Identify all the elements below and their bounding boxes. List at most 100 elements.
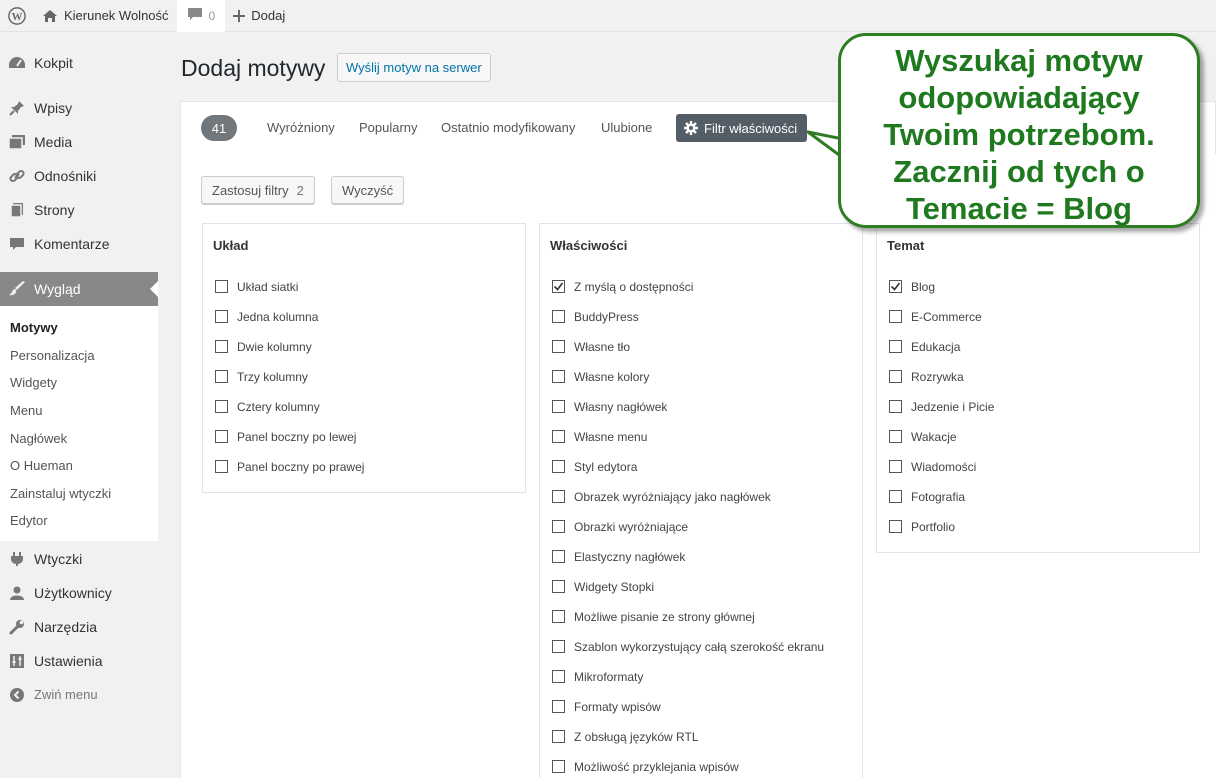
- checkbox[interactable]: [889, 520, 902, 533]
- checkbox[interactable]: [552, 580, 565, 593]
- sidebar-item-dashboard[interactable]: Kokpit: [0, 46, 158, 80]
- sidebar-item-comments[interactable]: Komentarze: [0, 227, 158, 261]
- filter-option[interactable]: Z myślą o dostępności: [552, 280, 824, 310]
- filter-option[interactable]: Obrazki wyróżniające: [552, 520, 824, 550]
- checkbox[interactable]: [889, 310, 902, 323]
- sidebar-item-posts[interactable]: Wpisy: [0, 91, 158, 125]
- checkbox[interactable]: [552, 400, 565, 413]
- checkbox[interactable]: [552, 430, 565, 443]
- filter-option-label: Trzy kolumny: [237, 370, 308, 384]
- tab-latest[interactable]: Ostatnio modyfikowany: [441, 120, 575, 135]
- checkbox[interactable]: [215, 310, 228, 323]
- checkbox[interactable]: [552, 460, 565, 473]
- tab-featured[interactable]: Wyróżniony: [267, 120, 335, 135]
- checkbox[interactable]: [215, 400, 228, 413]
- submenu-item-menus[interactable]: Menu: [0, 397, 158, 425]
- clear-filters-button[interactable]: Wyczyść: [331, 176, 405, 204]
- filter-option[interactable]: E-Commerce: [889, 310, 994, 340]
- filter-option[interactable]: Własne kolory: [552, 370, 824, 400]
- checkbox[interactable]: [215, 340, 228, 353]
- sidebar-item-plugins[interactable]: Wtyczki: [0, 542, 158, 576]
- upload-theme-button[interactable]: Wyślij motyw na serwer: [337, 53, 491, 82]
- checkbox[interactable]: [552, 340, 565, 353]
- filter-option[interactable]: Szablon wykorzystujący całą szerokość ek…: [552, 640, 824, 670]
- tab-favorites[interactable]: Ulubione: [601, 120, 652, 135]
- filter-option[interactable]: Możliwe pisanie ze strony głównej: [552, 610, 824, 640]
- filter-option[interactable]: Wiadomości: [889, 460, 994, 490]
- filter-option[interactable]: Wakacje: [889, 430, 994, 460]
- wordpress-logo-icon[interactable]: W: [0, 0, 34, 32]
- feature-filter-button[interactable]: Filtr właściwości: [676, 114, 808, 142]
- filter-option[interactable]: Z obsługą języków RTL: [552, 730, 824, 760]
- filter-option[interactable]: Fotografia: [889, 490, 994, 520]
- checkbox[interactable]: [889, 490, 902, 503]
- filter-option[interactable]: Cztery kolumny: [215, 400, 364, 430]
- sidebar-item-links[interactable]: Odnośniki: [0, 159, 158, 193]
- checkbox[interactable]: [552, 670, 565, 683]
- checkbox[interactable]: [889, 340, 902, 353]
- filter-option[interactable]: Układ siatki: [215, 280, 364, 310]
- filter-option[interactable]: Portfolio: [889, 520, 994, 550]
- filter-option[interactable]: Własny nagłówek: [552, 400, 824, 430]
- sidebar-item-tools[interactable]: Narzędzia: [0, 610, 158, 644]
- filter-option[interactable]: Własne tło: [552, 340, 824, 370]
- filter-option[interactable]: Panel boczny po prawej: [215, 460, 364, 490]
- filter-option[interactable]: Jedzenie i Picie: [889, 400, 994, 430]
- checkbox[interactable]: [552, 490, 565, 503]
- collapse-menu-button[interactable]: Zwiń menu: [0, 678, 158, 712]
- checkbox[interactable]: [889, 400, 902, 413]
- submenu-item-install-plugins[interactable]: Zainstaluj wtyczki: [0, 480, 158, 508]
- filter-option[interactable]: Elastyczny nagłówek: [552, 550, 824, 580]
- filter-option[interactable]: Dwie kolumny: [215, 340, 364, 370]
- checkbox[interactable]: [889, 370, 902, 383]
- submenu-item-header[interactable]: Nagłówek: [0, 424, 158, 452]
- checkbox[interactable]: [552, 640, 565, 653]
- checkbox[interactable]: [552, 370, 565, 383]
- add-new-link[interactable]: Dodaj: [225, 0, 293, 32]
- checkbox[interactable]: [215, 430, 228, 443]
- checkbox[interactable]: [552, 610, 565, 623]
- checkbox[interactable]: [552, 520, 565, 533]
- sidebar-item-appearance[interactable]: Wygląd: [0, 272, 158, 306]
- filter-option[interactable]: Edukacja: [889, 340, 994, 370]
- sidebar-item-users[interactable]: Użytkownicy: [0, 576, 158, 610]
- filter-option[interactable]: Formaty wpisów: [552, 700, 824, 730]
- filter-option[interactable]: Widgety Stopki: [552, 580, 824, 610]
- filter-option[interactable]: Możliwość przyklejania wpisów: [552, 760, 824, 778]
- comments-link[interactable]: 0: [176, 0, 226, 32]
- filter-option[interactable]: Trzy kolumny: [215, 370, 364, 400]
- checkbox[interactable]: [552, 730, 565, 743]
- submenu-item-editor[interactable]: Edytor: [0, 507, 158, 535]
- checkbox[interactable]: [552, 760, 565, 773]
- submenu-item-customize[interactable]: Personalizacja: [0, 342, 158, 370]
- checkbox[interactable]: [215, 460, 228, 473]
- sidebar-item-pages[interactable]: Strony: [0, 193, 158, 227]
- tab-popular[interactable]: Popularny: [359, 120, 418, 135]
- submenu-item-widgets[interactable]: Widgety: [0, 369, 158, 397]
- filter-option[interactable]: Styl edytora: [552, 460, 824, 490]
- site-name-link[interactable]: Kierunek Wolność: [34, 0, 177, 32]
- checkbox[interactable]: [889, 430, 902, 443]
- filter-option[interactable]: BuddyPress: [552, 310, 824, 340]
- checkbox[interactable]: [889, 460, 902, 473]
- submenu-item-about-theme[interactable]: O Hueman: [0, 452, 158, 480]
- checkbox[interactable]: [215, 370, 228, 383]
- filter-option[interactable]: Obrazek wyróżniający jako nagłówek: [552, 490, 824, 520]
- filter-option[interactable]: Blog: [889, 280, 994, 310]
- checkbox[interactable]: [552, 310, 565, 323]
- apply-filters-button[interactable]: Zastosuj filtry 2: [201, 176, 315, 204]
- checkbox[interactable]: [552, 550, 565, 563]
- filter-option[interactable]: Jedna kolumna: [215, 310, 364, 340]
- sidebar-item-settings[interactable]: Ustawienia: [0, 644, 158, 678]
- checkbox[interactable]: [215, 280, 228, 293]
- filter-option[interactable]: Rozrywka: [889, 370, 994, 400]
- filter-option[interactable]: Własne menu: [552, 430, 824, 460]
- filter-option[interactable]: Mikroformaty: [552, 670, 824, 700]
- sidebar-item-media[interactable]: Media: [0, 125, 158, 159]
- checkbox[interactable]: [552, 700, 565, 713]
- checkbox-checked[interactable]: [889, 280, 902, 293]
- checkbox-checked[interactable]: [552, 280, 565, 293]
- callout-line: Twoim potrzebom.: [883, 117, 1155, 152]
- filter-option[interactable]: Panel boczny po lewej: [215, 430, 364, 460]
- submenu-item-themes[interactable]: Motywy: [0, 314, 158, 342]
